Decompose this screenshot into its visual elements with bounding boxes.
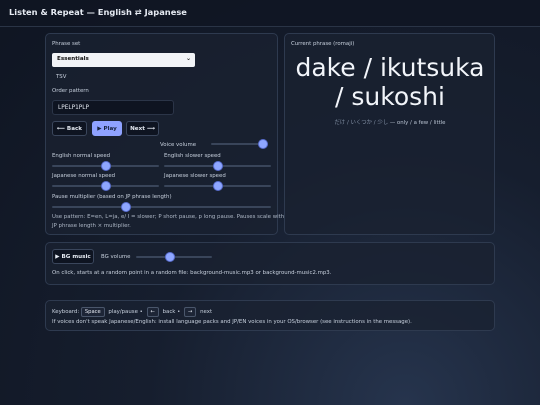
order-pattern-label: Order pattern: [52, 88, 89, 94]
phrase-set-select[interactable]: Essentials ⌄: [52, 53, 195, 67]
voice-volume-label: Voice volume: [160, 142, 197, 148]
slider-knob[interactable]: [122, 203, 131, 211]
voice-install-note: If voices don't speak Japanese/English: …: [52, 319, 412, 325]
bg-volume-label: BG volume: [101, 254, 131, 260]
english-slower-speed-label: English slower speed: [164, 153, 221, 159]
phrase-set-label: Phrase set: [52, 41, 81, 47]
romaji-line-1: dake / ikutsuka: [295, 53, 485, 82]
slider-knob[interactable]: [166, 253, 175, 261]
pause-multiplier-label: Pause multiplier (based on JP phrase len…: [52, 194, 172, 200]
voice-volume-slider[interactable]: [211, 140, 268, 148]
right-arrow-key: →: [184, 307, 197, 317]
pause-multiplier-slider[interactable]: [52, 203, 271, 211]
next-button[interactable]: Next ⟶: [126, 121, 159, 136]
pattern-help-text-2: JP phrase length × multiplier.: [52, 223, 131, 229]
phrase-set-value: Essentials: [57, 56, 89, 62]
slider-knob[interactable]: [101, 162, 110, 170]
slider-knob[interactable]: [259, 140, 268, 148]
space-key: Space: [80, 307, 105, 317]
current-phrase-label: Current phrase (romaji): [291, 41, 355, 47]
bg-volume-slider[interactable]: [136, 253, 212, 261]
japanese-slower-speed-slider[interactable]: [164, 182, 271, 190]
japanese-slower-speed-label: Japanese slower speed: [164, 173, 226, 179]
english-slower-speed-slider[interactable]: [164, 162, 271, 170]
english-normal-speed-slider[interactable]: [52, 162, 159, 170]
japanese-normal-speed-slider[interactable]: [52, 182, 159, 190]
chevron-down-icon: ⌄: [185, 55, 191, 62]
english-normal-speed-label: English normal speed: [52, 153, 111, 159]
back-button[interactable]: ⟵ Back: [52, 121, 87, 136]
keyboard-label: Keyboard:: [52, 309, 80, 315]
translation-line: だけ / いくつか / 少し — only / a few / little: [287, 118, 493, 126]
order-pattern-input[interactable]: LPELP1PLP: [52, 100, 174, 115]
top-bar: Listen & Repeat — English ⇄ Japanese: [0, 0, 540, 27]
kana-text: だけ / いくつか / 少し: [334, 120, 389, 126]
romaji-line-2: / sukoshi: [335, 82, 445, 111]
english-text: — only / a few / little: [389, 120, 446, 126]
slider-knob[interactable]: [213, 162, 222, 170]
bg-music-note: On click, starts at a random point in a …: [52, 270, 332, 276]
pattern-help-text: Use pattern: E=en, L=ja, e/ l = slower; …: [52, 214, 285, 220]
app-title: Listen & Repeat — English ⇄ Japanese: [9, 7, 187, 17]
tsv-label[interactable]: TSV: [56, 74, 66, 80]
romaji-display: dake / ikutsuka / sukoshi: [287, 53, 493, 111]
left-action: back •: [162, 309, 181, 315]
slider-track: [52, 206, 271, 208]
keyboard-shortcuts: Keyboard: Space play/pause • ← back • → …: [52, 307, 214, 317]
space-action: play/pause •: [108, 309, 143, 315]
right-action: next: [200, 309, 213, 315]
japanese-normal-speed-label: Japanese normal speed: [52, 173, 116, 179]
music-panel: [45, 242, 495, 285]
slider-knob[interactable]: [213, 182, 222, 190]
bg-music-button[interactable]: ▶ BG music: [52, 249, 94, 264]
left-arrow-key: ←: [146, 307, 159, 317]
slider-knob[interactable]: [101, 182, 110, 190]
play-button[interactable]: ▶ Play: [92, 121, 122, 136]
